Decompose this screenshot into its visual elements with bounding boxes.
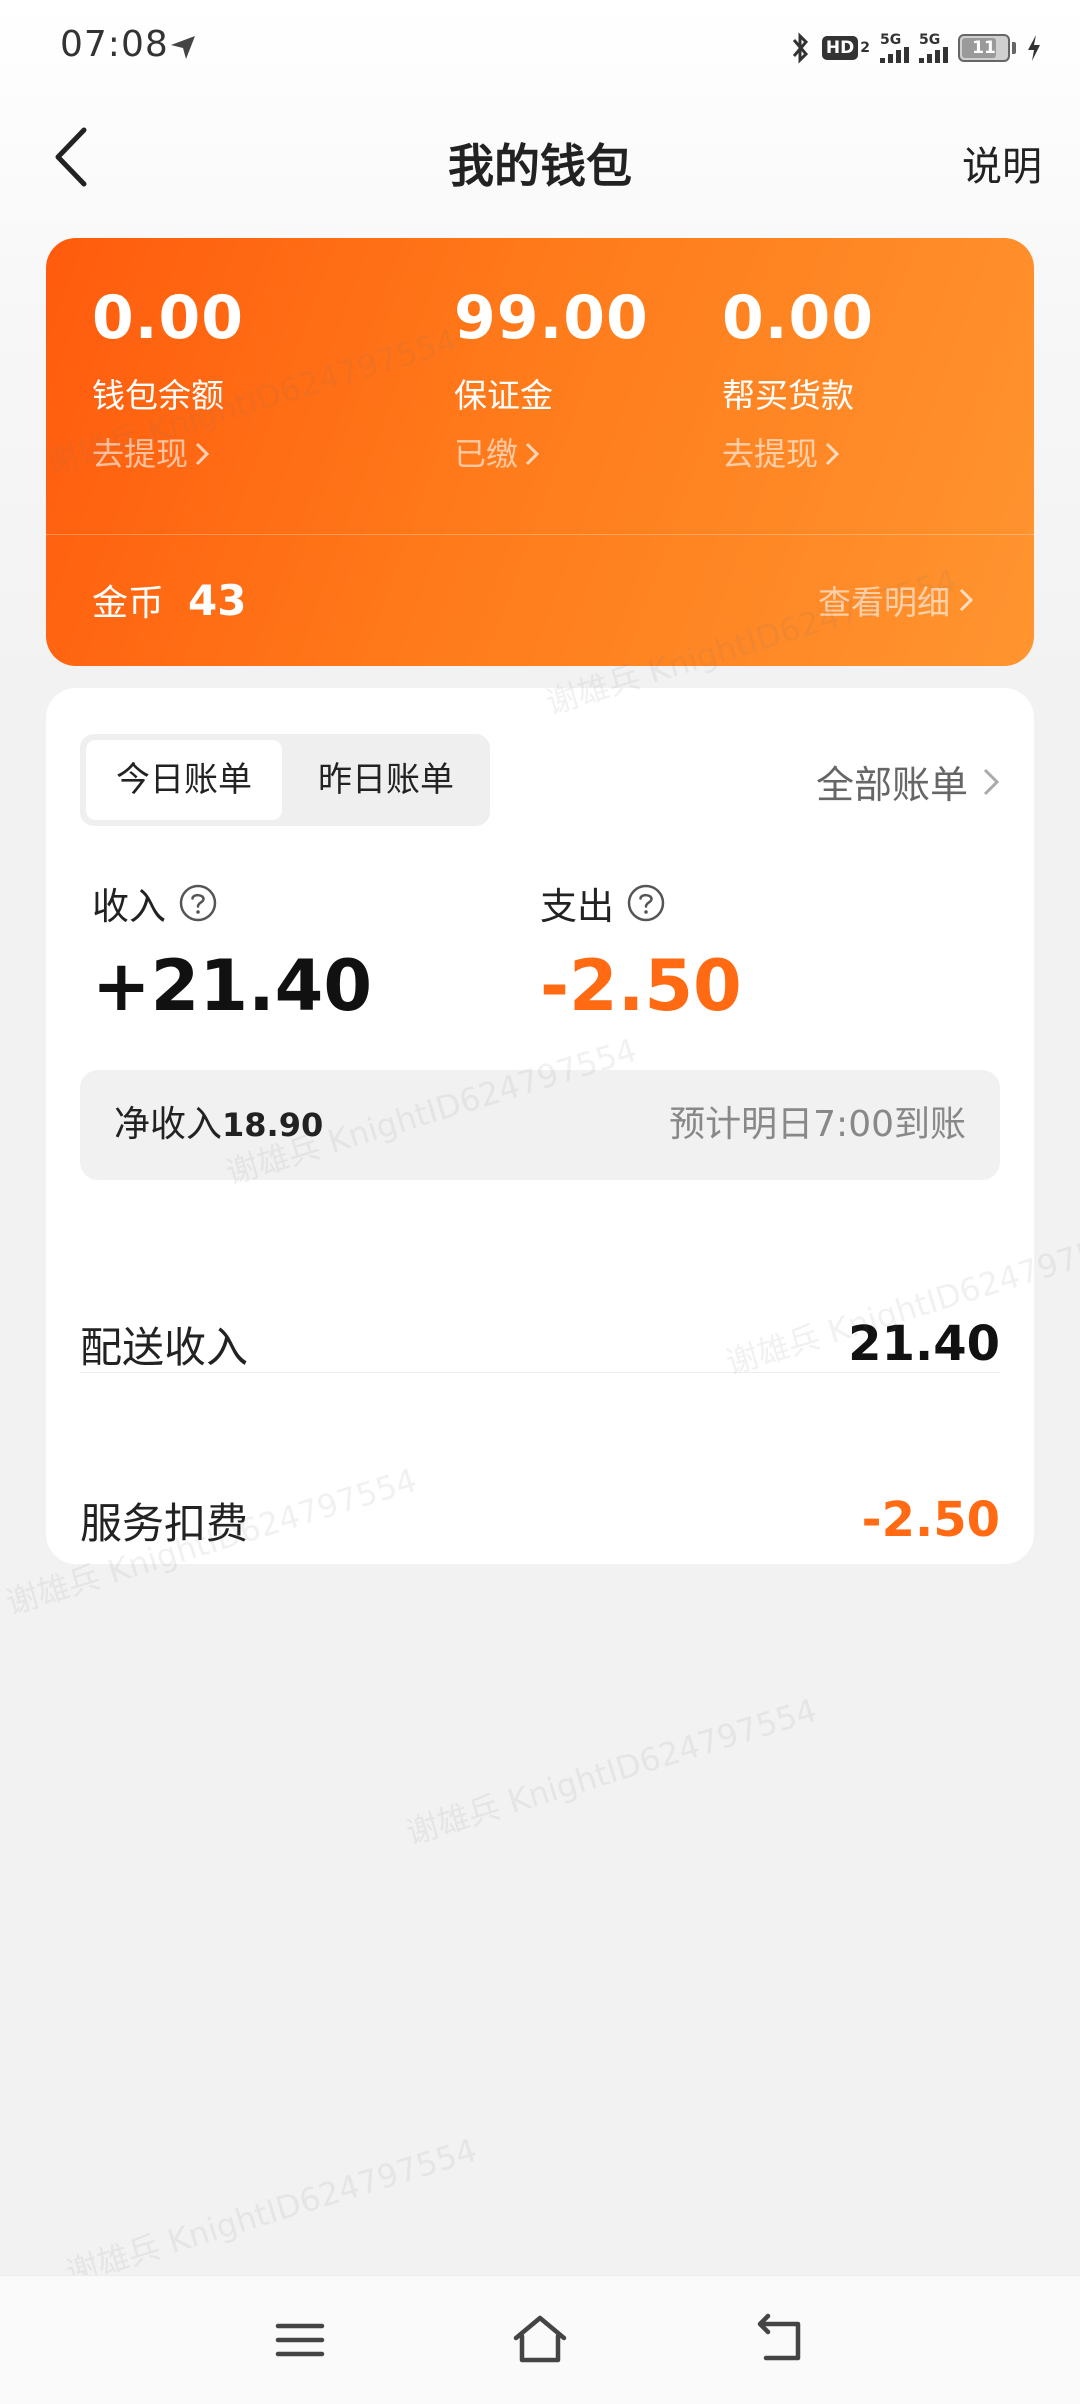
bill-day-tabs: 今日账单 昨日账单 [80,734,490,826]
battery-level: 11 [972,38,996,58]
coins-label: 金币 [92,583,165,624]
home-icon[interactable] [510,2310,570,2370]
tab-today-bill[interactable]: 今日账单 [86,740,282,820]
page-title: 我的钱包 [448,139,632,193]
help-icon[interactable] [626,883,666,923]
hd-voice-badge: HD [821,36,859,60]
service-fee-row[interactable]: 服务扣费 -2.50 [80,1460,1000,1580]
signal-sim2-icon: 5G [919,33,948,63]
wallet-balance-column: 0.00 钱包余额 去提现 [92,282,244,474]
deposit-value: 99.00 [454,283,649,353]
navigation-arrow-icon [171,36,195,59]
wallet-balance-value: 0.00 [92,283,245,353]
net-income-value: 18.90 [222,1106,324,1144]
wallet-balance-label: 钱包余额 [92,376,224,415]
chevron-right-icon [983,768,1000,795]
income-block: 收入 +21.40 [92,876,372,1028]
battery-cap [1012,42,1016,54]
status-time: 07:08 [60,24,169,65]
chevron-right-icon [959,588,974,612]
wallet-withdraw-button[interactable]: 去提现 [92,434,244,474]
help-icon[interactable] [178,883,218,923]
sim1-network-label: 5G [880,32,902,48]
wallet-card: 0.00 钱包余额 去提现 99.00 保证金 已缴 0.00 帮买货款 去提现… [46,238,1034,666]
header: 我的钱包 说明 [0,110,1080,206]
coins-value: 43 [188,575,247,625]
all-bills-button[interactable]: 全部账单 [816,754,1000,809]
battery-icon: 11 [958,34,1010,62]
income-value: +21.40 [92,945,373,1027]
chevron-right-icon [825,442,840,466]
charging-bolt-icon [1028,35,1040,61]
coin-row: 金币 43 查看明细 [92,534,974,666]
chevron-right-icon [195,442,210,466]
delivery-income-label: 配送收入 [80,1322,249,1372]
deposit-label: 保证金 [454,376,553,415]
service-fee-value: -2.50 [861,1492,1000,1548]
purchase-payment-label: 帮买货款 [722,376,854,415]
delivery-income-value: 21.40 [848,1316,1000,1372]
purchase-payment-value: 0.00 [722,283,875,353]
arrival-note: 预计明日7:00到账 [669,1104,966,1145]
purchase-payment-column: 0.00 帮买货款 去提现 [722,282,874,474]
system-navigation-bar [0,2275,1080,2404]
sim2-network-label: 5G [919,32,941,48]
deposit-column: 99.00 保证金 已缴 [454,282,649,474]
tab-yesterday-bill[interactable]: 昨日账单 [288,740,484,820]
expense-block: 支出 -2.50 [540,876,742,1028]
delivery-income-row[interactable]: 配送收入 21.40 [80,1284,1000,1404]
hd-sub-label: 2 [860,40,870,56]
expense-label: 支出 [540,885,614,928]
explain-button[interactable]: 说明 [962,134,1042,192]
signal-sim1-icon: 5G [880,33,909,63]
service-fee-label: 服务扣费 [80,1498,249,1548]
view-details-button[interactable]: 查看明细 [818,576,974,624]
row-divider [80,1372,1000,1373]
back-nav-icon[interactable] [750,2310,810,2370]
bill-card: 今日账单 昨日账单 全部账单 收入 +21.40 支出 -2.50 净收入18.… [46,688,1034,1564]
status-bar: 07:08 HD 2 5G 5G 11 [0,0,1080,96]
net-income-box: 净收入18.90 预计明日7:00到账 [80,1070,1000,1180]
watermark: 谢雄兵 KnightID624797554 [61,2130,482,2293]
menu-icon[interactable] [270,2310,330,2370]
purchase-withdraw-button[interactable]: 去提现 [722,434,874,474]
net-income-label: 净收入 [114,1104,223,1145]
income-label: 收入 [92,885,166,928]
bluetooth-icon [792,32,808,64]
watermark: 谢雄兵 KnightID624797554 [401,1690,822,1853]
status-indicators: HD 2 5G 5G 11 [790,28,1042,68]
chevron-right-icon [525,442,540,466]
expense-value: -2.50 [540,945,742,1027]
deposit-paid-button[interactable]: 已缴 [454,434,649,474]
